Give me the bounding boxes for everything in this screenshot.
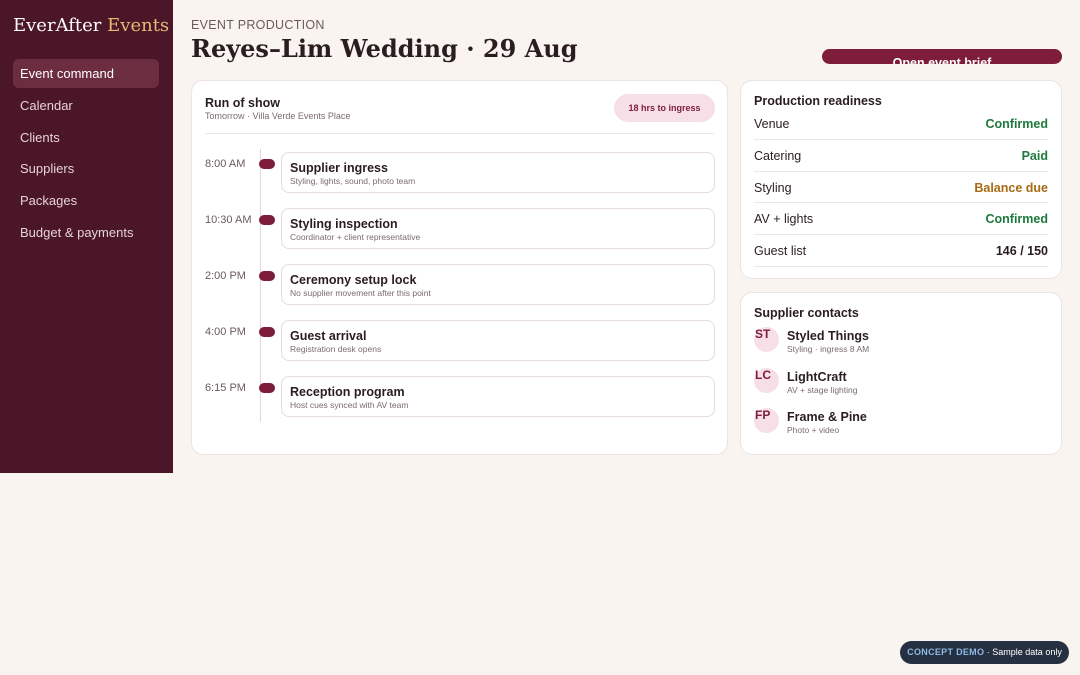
sidebar-item-packages[interactable]: Packages (13, 186, 159, 215)
brand-logo[interactable]: EverAfter Events (13, 15, 169, 36)
timeline-dot-icon (259, 271, 275, 281)
timeline-title: Supplier ingress (290, 161, 388, 175)
timeline-title: Styling inspection (290, 217, 398, 231)
timeline-dot-icon (259, 215, 275, 225)
supplier-name: Styled Things (787, 329, 869, 343)
run-of-show-card: Run of show Tomorrow · Villa Verde Event… (191, 80, 728, 455)
timeline-desc: No supplier movement after this point (290, 288, 431, 298)
timeline-item: 6:15 PM Reception program Host cues sync… (192, 376, 727, 418)
timeline-card[interactable]: Ceremony setup lock No supplier movement… (281, 264, 715, 305)
timeline-desc: Registration desk opens (290, 344, 382, 354)
timeline-time: 4:00 PM (205, 326, 246, 338)
supplier-item[interactable]: LC LightCraft AV + stage lighting (754, 368, 1044, 398)
divider (205, 133, 714, 134)
sidebar-item-budget-payments[interactable]: Budget & payments (13, 218, 159, 247)
sidebar-item-suppliers[interactable]: Suppliers (13, 154, 159, 183)
timeline-desc: Coordinator + client representative (290, 232, 421, 242)
readiness-row: AV + lights Confirmed (754, 203, 1049, 236)
demo-note: · Sample data only (984, 647, 1062, 657)
timeline-item: 10:30 AM Styling inspection Coordinator … (192, 208, 727, 250)
brand-accent: Events (107, 15, 170, 36)
open-event-brief-button[interactable]: Open event brief (822, 49, 1062, 64)
status-badge: Confirmed (985, 212, 1049, 227)
supplier-contacts-title: Supplier contacts (754, 306, 859, 320)
readiness-label: Catering (754, 148, 802, 163)
timeline-time: 6:15 PM (205, 382, 246, 394)
timeline-time: 2:00 PM (205, 270, 246, 282)
readiness-title: Production readiness (754, 94, 882, 108)
production-readiness-card: Production readiness Venue Confirmed Cat… (740, 80, 1062, 279)
supplier-desc: Styling · ingress 8 AM (787, 344, 870, 354)
timeline-title: Guest arrival (290, 329, 367, 343)
readiness-label: Venue (754, 117, 790, 131)
supplier-item[interactable]: ST Styled Things Styling · ingress 8 AM (754, 327, 1044, 357)
readiness-row: Styling Balance due (754, 172, 1048, 204)
brand-name: EverAfter (13, 15, 102, 36)
supplier-desc: AV + stage lighting (787, 385, 858, 395)
sidebar-item-event-command[interactable]: Event command (13, 59, 159, 88)
timeline-card[interactable]: Supplier ingress Styling, lights, sound,… (281, 152, 715, 193)
timeline-dot-icon (259, 383, 275, 393)
supplier-name: Frame & Pine (787, 410, 867, 424)
timeline-time: 10:30 AM (205, 214, 252, 226)
timeline-dot-icon (259, 327, 275, 337)
avatar: ST (754, 327, 779, 352)
readiness-label: AV + lights (754, 212, 814, 227)
concept-demo-badge: CONCEPT DEMO · Sample data only (900, 641, 1069, 664)
readiness-row: Guest list 146 / 150 (754, 235, 1048, 267)
timeline-dot-icon (259, 159, 275, 169)
timeline-item: 8:00 AM Supplier ingress Styling, lights… (192, 152, 727, 194)
status-badge: Confirmed (985, 117, 1049, 131)
supplier-contacts-card: Supplier contacts ST Styled Things Styli… (740, 292, 1062, 455)
readiness-label: Styling (754, 180, 792, 195)
supplier-name: LightCraft (787, 370, 847, 384)
timeline-desc: Host cues synced with AV team (290, 400, 409, 410)
readiness-label: Guest list (754, 244, 807, 259)
avatar: FP (754, 408, 779, 433)
timeline-card[interactable]: Styling inspection Coordinator + client … (281, 208, 715, 249)
timeline-item: 2:00 PM Ceremony setup lock No supplier … (192, 264, 727, 306)
sidebar-nav: Event command Calendar Clients Suppliers… (13, 59, 159, 250)
status-badge: Balance due (974, 180, 1048, 195)
readiness-row: Venue Confirmed (754, 108, 1048, 140)
status-badge: Paid (1021, 148, 1048, 163)
timeline-card[interactable]: Guest arrival Registration desk opens (281, 320, 715, 361)
supplier-item[interactable]: FP Frame & Pine Photo + video (754, 408, 1044, 438)
run-of-show-subtitle: Tomorrow · Villa Verde Events Place (205, 111, 351, 121)
demo-label: CONCEPT DEMO (907, 647, 985, 657)
sidebar-item-clients[interactable]: Clients (13, 123, 159, 152)
ingress-countdown-badge: 18 hrs to ingress (614, 94, 715, 122)
timeline-time: 8:00 AM (205, 158, 246, 170)
page-eyebrow: EVENT PRODUCTION (191, 18, 325, 32)
run-of-show-title: Run of show (205, 96, 280, 110)
sidebar: EverAfter Events Event command Calendar … (0, 0, 173, 473)
timeline-desc: Styling, lights, sound, photo team (290, 176, 416, 186)
timeline-item: 4:00 PM Guest arrival Registration desk … (192, 320, 727, 362)
sidebar-item-calendar[interactable]: Calendar (13, 91, 159, 120)
readiness-list: Venue Confirmed Catering Paid Styling Ba… (754, 108, 1048, 267)
timeline-card[interactable]: Reception program Host cues synced with … (281, 376, 715, 417)
readiness-row: Catering Paid (754, 140, 1048, 172)
supplier-desc: Photo + video (787, 425, 840, 435)
timeline-title: Ceremony setup lock (290, 273, 417, 287)
page-title: Reyes–Lim Wedding · 29 Aug (191, 34, 578, 63)
timeline-title: Reception program (290, 385, 405, 399)
guest-count: 146 / 150 (995, 244, 1048, 259)
avatar: LC (754, 368, 779, 393)
